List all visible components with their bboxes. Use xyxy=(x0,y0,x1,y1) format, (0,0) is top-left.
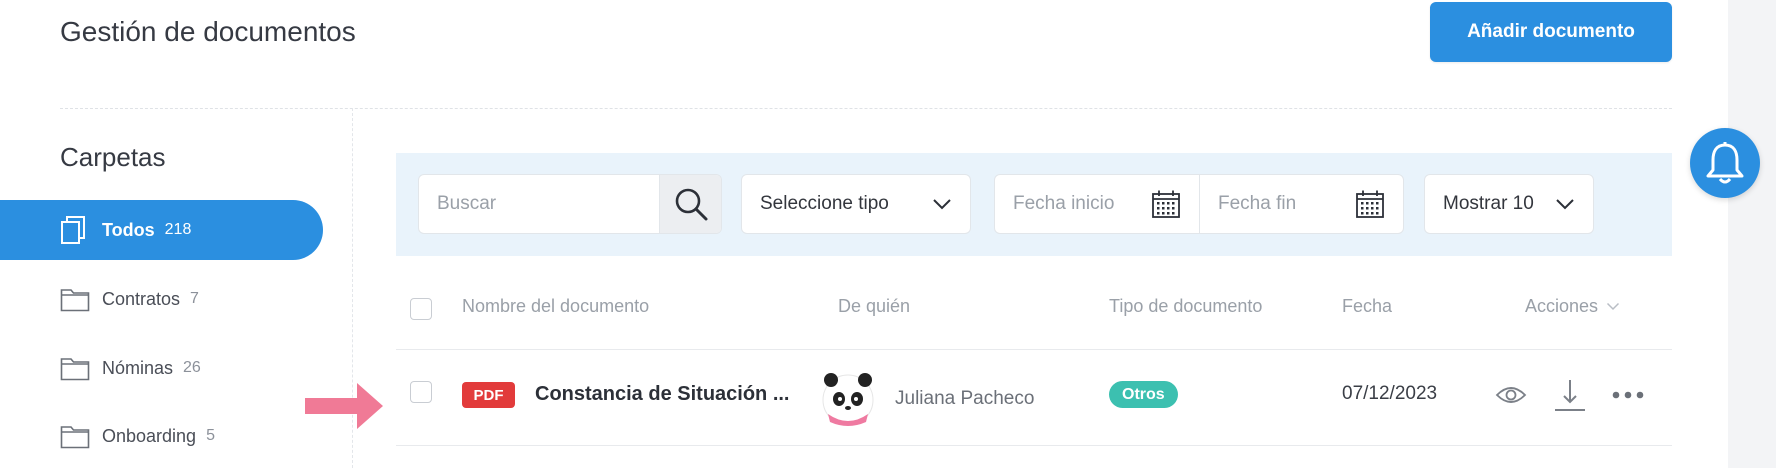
search-field[interactable]: Buscar xyxy=(418,174,722,234)
sidebar-item-todos[interactable]: Todos 218 xyxy=(0,200,323,260)
eye-icon xyxy=(1495,387,1527,403)
notifications-button[interactable] xyxy=(1690,128,1760,198)
search-input[interactable]: Buscar xyxy=(419,193,659,215)
folders-title: Carpetas xyxy=(60,142,166,172)
pointer-arrow-icon xyxy=(305,383,383,429)
sidebar-item-count: 7 xyxy=(190,290,199,307)
filter-bar: Buscar Seleccione tipo Fecha inicio Fech… xyxy=(396,153,1672,256)
search-icon xyxy=(675,188,707,221)
sidebar-item-contratos[interactable]: Contratos 7 xyxy=(0,269,199,329)
page-size-select[interactable]: Mostrar 10 xyxy=(1424,174,1594,234)
page-title: Gestión de documentos xyxy=(60,16,356,47)
sidebar-item-label: Onboarding xyxy=(102,425,197,446)
page-size-value: Mostrar 10 xyxy=(1443,193,1534,214)
row-checkbox[interactable] xyxy=(410,381,432,403)
date-range-field[interactable]: Fecha inicio Fecha fin xyxy=(994,174,1404,234)
column-header-type[interactable]: Tipo de documento xyxy=(1109,296,1262,317)
date-end-placeholder: Fecha fin xyxy=(1218,193,1297,214)
more-options-button[interactable] xyxy=(1608,377,1648,413)
folder-icon xyxy=(60,423,90,449)
right-gutter xyxy=(1728,0,1776,468)
chevron-down-icon xyxy=(933,199,951,210)
document-author: Juliana Pacheco xyxy=(895,388,1035,409)
documents-icon xyxy=(60,216,90,244)
document-name-link[interactable]: Constancia de Situación ... xyxy=(535,383,807,406)
column-header-author[interactable]: De quién xyxy=(838,296,910,317)
date-start-placeholder: Fecha inicio xyxy=(1013,193,1115,214)
date-end-field[interactable]: Fecha fin xyxy=(1199,175,1403,233)
table-divider xyxy=(396,349,1672,350)
document-date: 07/12/2023 xyxy=(1342,383,1438,404)
column-header-actions[interactable]: Acciones xyxy=(1525,296,1620,317)
sidebar-item-nominas[interactable]: Nóminas 26 xyxy=(0,338,201,398)
download-button[interactable] xyxy=(1550,377,1590,413)
document-type-value: Seleccione tipo xyxy=(760,193,889,214)
bell-icon xyxy=(1706,142,1744,184)
folder-icon xyxy=(60,286,90,312)
date-start-field[interactable]: Fecha inicio xyxy=(995,175,1199,233)
search-button[interactable] xyxy=(659,175,721,233)
chevron-down-icon xyxy=(1556,199,1574,210)
select-all-checkbox[interactable] xyxy=(410,298,432,320)
column-header-name[interactable]: Nombre del documento xyxy=(462,296,649,317)
download-icon xyxy=(1555,380,1585,411)
calendar-icon[interactable] xyxy=(1355,189,1385,219)
sidebar-item-label: Nóminas xyxy=(102,357,174,378)
add-document-button[interactable]: Añadir documento xyxy=(1430,2,1672,62)
sidebar-item-count: 26 xyxy=(183,359,201,376)
divider xyxy=(60,108,1672,109)
document-type-select[interactable]: Seleccione tipo xyxy=(741,174,971,234)
column-header-date[interactable]: Fecha xyxy=(1342,296,1392,317)
avatar xyxy=(822,373,874,426)
chevron-down-icon xyxy=(1607,302,1620,311)
sidebar-item-count: 5 xyxy=(206,427,215,444)
sidebar-item-label: Todos xyxy=(102,219,155,240)
actions-label: Acciones xyxy=(1525,296,1599,316)
view-button[interactable] xyxy=(1491,377,1531,413)
calendar-icon[interactable] xyxy=(1151,189,1181,219)
more-icon xyxy=(1612,391,1644,399)
sidebar-item-count: 218 xyxy=(164,221,192,238)
sidebar-item-label: Contratos xyxy=(102,288,181,309)
folder-icon xyxy=(60,355,90,381)
pdf-badge: PDF xyxy=(462,382,515,408)
document-type-tag: Otros xyxy=(1109,381,1178,408)
table-divider xyxy=(396,445,1672,446)
sidebar-item-onboarding[interactable]: Onboarding 5 xyxy=(0,406,215,466)
